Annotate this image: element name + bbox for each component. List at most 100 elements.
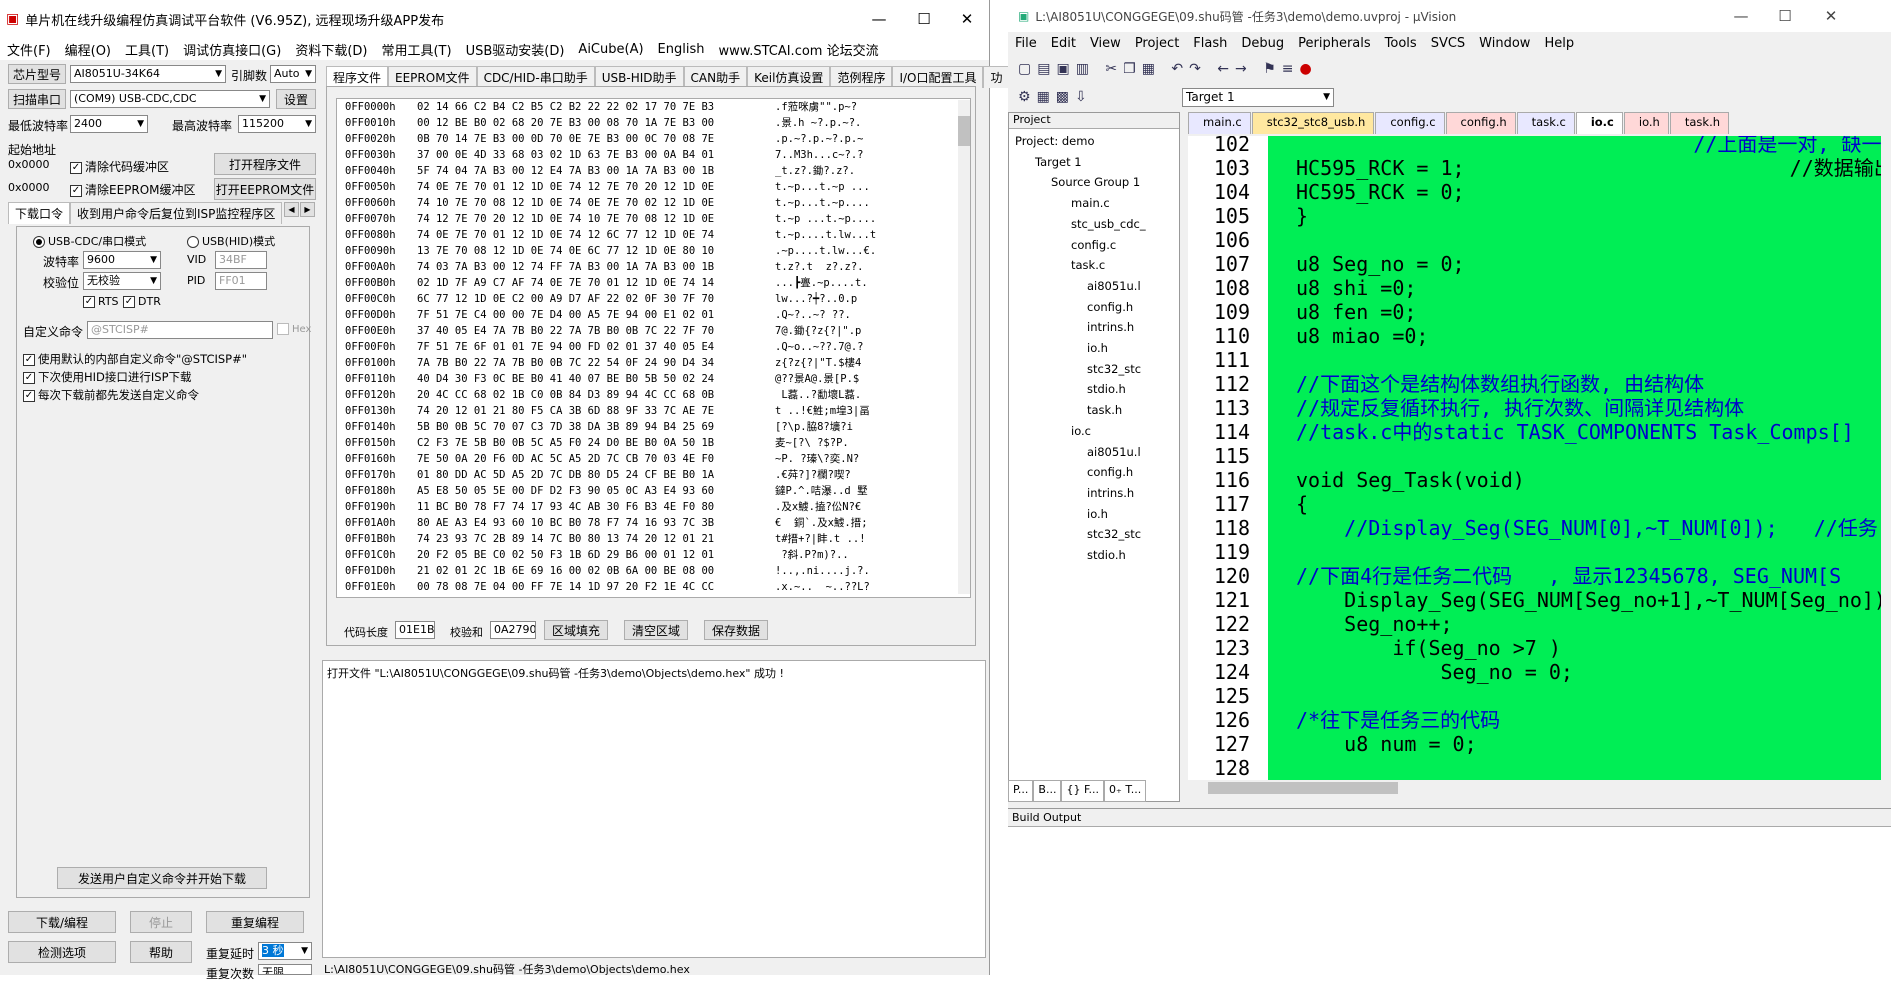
uv-menu-flash[interactable]: Flash — [1186, 36, 1234, 51]
paste-icon[interactable]: ▦ — [1142, 61, 1161, 77]
dtr-checkbox[interactable]: ✓ DTR — [123, 295, 161, 308]
hex-view[interactable]: 0FF0000h 02 14 66 C2 B4 C2 B5 C2 B2 22 22… — [336, 98, 971, 598]
uv-minimize-icon[interactable]: — — [1718, 0, 1764, 32]
clear-code-checkbox[interactable]: ✓ 清除代码缓冲区 — [70, 158, 169, 175]
opt-hid-next-checkbox[interactable]: ✓ 下次使用HID接口进行ISP下载 — [23, 369, 192, 385]
tree-item[interactable]: Target 1 — [1035, 152, 1082, 172]
tab-functions[interactable]: {} F... — [1061, 780, 1105, 802]
open-file-icon[interactable]: ▤ — [1037, 61, 1056, 77]
cut-icon[interactable]: ✂ — [1105, 61, 1123, 77]
scroll-thumb[interactable] — [958, 116, 970, 146]
tab-download-password[interactable]: 下载口令 — [8, 202, 71, 224]
tree-item[interactable]: io.h — [1087, 504, 1108, 524]
menu-common-tools[interactable]: 常用工具(T) — [374, 40, 458, 59]
check-options-button[interactable]: 检测选项 — [8, 941, 116, 963]
tab-templates[interactable]: 0₊ T... — [1104, 780, 1147, 802]
tree-item[interactable]: stc_usb_cdc_ — [1071, 214, 1146, 234]
tab-stc32-usb-h[interactable]: stc32_stc8_usb.h — [1251, 112, 1375, 134]
tab-io-h[interactable]: io.h — [1623, 112, 1669, 134]
close-icon[interactable]: ✕ — [944, 0, 990, 38]
tab-scroll-right-icon[interactable]: ▶ — [300, 202, 315, 217]
tree-item[interactable]: intrins.h — [1087, 317, 1134, 337]
uv-menu-view[interactable]: View — [1083, 36, 1128, 51]
baud-select[interactable]: 9600 ▼ — [83, 251, 161, 269]
nav-forward-icon[interactable]: → — [1235, 61, 1253, 77]
tab-isp-reset[interactable]: 收到用户命令后复位到ISP监控程序区 — [70, 202, 283, 224]
stop-button[interactable]: 停止 — [130, 911, 192, 933]
clear-eeprom-checkbox[interactable]: ✓ 清除EEPROM缓冲区 — [70, 181, 196, 198]
tree-item[interactable]: config.h — [1087, 462, 1133, 482]
uv-menu-window[interactable]: Window — [1472, 36, 1537, 51]
tab-io-c[interactable]: io.c — [1575, 112, 1623, 134]
opt-send-first-checkbox[interactable]: ✓ 每次下载前都先发送自定义命令 — [23, 387, 199, 403]
tab-usb-hid[interactable]: USB-HID助手 — [594, 66, 684, 88]
menu-aicube[interactable]: AiCube(A) — [571, 42, 650, 57]
save-data-button[interactable]: 保存数据 — [704, 620, 768, 640]
open-eeprom-file-button[interactable]: 打开EEPROM文件 — [214, 178, 316, 200]
menu-website[interactable]: www.STCAI.com 论坛交流 — [711, 40, 885, 59]
editor-hscrollbar[interactable] — [1188, 780, 1891, 796]
copy-icon[interactable]: ❐ — [1123, 61, 1142, 77]
tab-config-h[interactable]: config.h — [1445, 112, 1516, 134]
uv-close-icon[interactable]: ✕ — [1808, 0, 1854, 32]
tab-task-h[interactable]: task.h — [1669, 112, 1730, 134]
uv-maximize-icon[interactable]: ☐ — [1762, 0, 1808, 32]
usb-hid-radio[interactable]: USB(HID)模式 — [187, 233, 275, 249]
repeat-count-select[interactable]: 无限 — [258, 964, 312, 975]
menu-english[interactable]: English — [651, 42, 712, 57]
uv-menu-peripherals[interactable]: Peripherals — [1291, 36, 1378, 51]
tab-more[interactable]: 功 — [983, 66, 1010, 88]
tree-item[interactable]: Source Group 1 — [1051, 172, 1140, 192]
bookmark-icon[interactable]: ⚑ — [1263, 61, 1282, 77]
opt-default-cmd-checkbox[interactable]: ✓ 使用默认的内部自定义命令"@STCISP#" — [23, 351, 247, 367]
editor-vscrollbar[interactable] — [1881, 136, 1891, 780]
uv-menu-tools[interactable]: Tools — [1378, 36, 1424, 51]
menu-debug[interactable]: 调试仿真接口(G) — [176, 40, 288, 59]
build-icon[interactable]: ▦ — [1037, 89, 1056, 105]
save-all-icon[interactable]: ▥ — [1076, 61, 1095, 77]
menu-usb-driver[interactable]: USB驱动安装(D) — [459, 40, 572, 59]
menu-tools[interactable]: 工具(T) — [118, 40, 176, 59]
tree-item[interactable]: config.c — [1071, 235, 1116, 255]
send-custom-cmd-button[interactable]: 发送用户自定义命令并开始下载 — [57, 867, 267, 889]
tab-project[interactable]: P... — [1008, 780, 1034, 802]
tree-item[interactable]: config.h — [1087, 297, 1133, 317]
tree-item[interactable]: stdio.h — [1087, 545, 1126, 565]
translate-icon[interactable]: ⚙ — [1018, 89, 1037, 105]
reprogram-button[interactable]: 重复编程 — [206, 911, 304, 933]
parity-select[interactable]: 无校验 ▼ — [83, 272, 161, 290]
tab-cdc-hid-serial[interactable]: CDC/HID-串口助手 — [476, 66, 595, 88]
uv-menu-project[interactable]: Project — [1128, 36, 1186, 51]
tree-item[interactable]: ai8051u.l — [1087, 276, 1141, 296]
chip-select[interactable]: AI8051U-34K64 ▼ — [70, 65, 226, 83]
hex-checkbox[interactable]: Hex — [277, 323, 311, 335]
max-baud-select[interactable]: 115200 ▼ — [238, 115, 316, 133]
settings-button[interactable]: 设置 — [276, 89, 316, 109]
menu-file[interactable]: 文件(F) — [0, 40, 58, 59]
tab-can[interactable]: CAN助手 — [683, 66, 748, 88]
save-icon[interactable]: ▣ — [1056, 61, 1075, 77]
tab-eeprom-file[interactable]: EEPROM文件 — [388, 66, 477, 88]
usb-cdc-radio[interactable]: USB-CDC/串口模式 — [33, 233, 146, 249]
hscroll-thumb[interactable] — [1208, 782, 1398, 794]
tree-item[interactable]: stc32_stc — [1087, 524, 1141, 544]
tab-task-c[interactable]: task.c — [1516, 112, 1575, 134]
tab-books[interactable]: B... — [1033, 780, 1062, 802]
scan-port-button[interactable]: 扫描串口 — [8, 89, 66, 109]
uv-menu-edit[interactable]: Edit — [1044, 36, 1083, 51]
minimize-icon[interactable]: — — [856, 0, 902, 38]
tree-item[interactable]: task.c — [1071, 255, 1105, 275]
rebuild-icon[interactable]: ▩ — [1056, 89, 1075, 105]
tree-item[interactable]: intrins.h — [1087, 483, 1134, 503]
tree-item[interactable]: main.c — [1071, 193, 1110, 213]
uv-menu-debug[interactable]: Debug — [1234, 36, 1291, 51]
uv-menu-file[interactable]: File — [1008, 36, 1044, 51]
repeat-delay-select[interactable]: 3 秒 ▼ — [258, 942, 312, 960]
tab-io-config[interactable]: I/O口配置工具 — [892, 66, 984, 88]
tree-item[interactable]: io.c — [1071, 421, 1091, 441]
port-select[interactable]: (COM9) USB-CDC,CDC ▼ — [70, 90, 270, 108]
download-icon[interactable]: ⇩ — [1075, 89, 1093, 105]
pid-field[interactable]: FF01 — [215, 272, 267, 290]
help-button[interactable]: 帮助 — [130, 941, 192, 963]
uv-menu-svcs[interactable]: SVCS — [1424, 36, 1472, 51]
